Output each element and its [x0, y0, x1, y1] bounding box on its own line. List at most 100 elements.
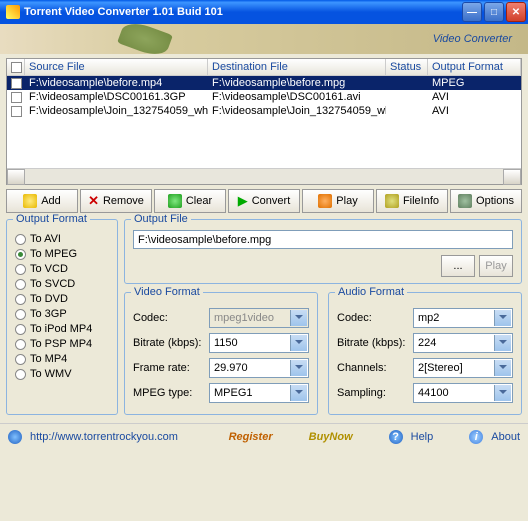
col-source[interactable]: Source File: [25, 59, 208, 75]
clear-button[interactable]: Clear: [154, 189, 226, 213]
refresh-icon: [168, 194, 182, 208]
audio-sampling-select[interactable]: 44100: [413, 383, 513, 403]
register-link[interactable]: Register: [229, 431, 273, 443]
fileinfo-button[interactable]: FileInfo: [376, 189, 448, 213]
radio-icon: [15, 354, 26, 365]
video-mpegtype-select[interactable]: MPEG1: [209, 383, 309, 403]
disc-icon: [318, 194, 332, 208]
format-radio-to-vcd[interactable]: To VCD: [15, 263, 109, 275]
x-icon: ✕: [88, 193, 99, 209]
radio-icon: [15, 309, 26, 320]
footer: http://www.torrentrockyou.com Register B…: [0, 423, 528, 450]
radio-label: To VCD: [30, 263, 68, 275]
radio-icon: [15, 249, 26, 260]
audio-codec-label: Codec:: [337, 312, 409, 324]
format-radio-to-svcd[interactable]: To SVCD: [15, 278, 109, 290]
radio-label: To WMV: [30, 368, 72, 380]
cell-dest: F:\videosample\Join_132754059_whcl_: [208, 105, 386, 117]
video-bitrate-label: Bitrate (kbps):: [133, 337, 205, 349]
audio-format-group: Audio Format Codec:mp2 Bitrate (kbps):22…: [328, 292, 522, 415]
window-title: Torrent Video Converter 1.01 Buid 101: [24, 6, 462, 18]
audio-sampling-label: Sampling:: [337, 387, 409, 399]
radio-icon: [15, 324, 26, 335]
audio-channels-select[interactable]: 2[Stereo]: [413, 358, 513, 378]
row-checkbox[interactable]: [11, 92, 22, 103]
browse-button[interactable]: ...: [441, 255, 475, 277]
video-framerate-select[interactable]: 29.970: [209, 358, 309, 378]
website-link[interactable]: http://www.torrentrockyou.com: [30, 431, 178, 443]
play-file-button[interactable]: Play: [479, 255, 513, 277]
help-icon: ?: [389, 430, 403, 444]
horizontal-scrollbar[interactable]: [7, 168, 521, 184]
radio-icon: [15, 264, 26, 275]
cell-dest: F:\videosample\DSC00161.avi: [208, 91, 386, 103]
format-radio-to-avi[interactable]: To AVI: [15, 233, 109, 245]
gear-icon: [458, 194, 472, 208]
banner-text: Video Converter: [433, 33, 512, 45]
row-checkbox[interactable]: ✓: [11, 78, 22, 89]
format-radio-to-psp-mp4[interactable]: To PSP MP4: [15, 338, 109, 350]
table-row[interactable]: ✓F:\videosample\before.mp4F:\videosample…: [7, 76, 521, 90]
radio-icon: [15, 369, 26, 380]
titlebar: Torrent Video Converter 1.01 Buid 101 — …: [0, 0, 528, 24]
folder-icon: [23, 194, 37, 208]
audio-bitrate-select[interactable]: 224: [413, 333, 513, 353]
radio-label: To PSP MP4: [30, 338, 92, 350]
video-mpegtype-label: MPEG type:: [133, 387, 205, 399]
cell-source: F:\videosample\before.mp4: [25, 77, 208, 89]
globe-icon: [8, 430, 22, 444]
leaf-icon: [117, 18, 173, 60]
radio-label: To DVD: [30, 293, 68, 305]
radio-label: To MPEG: [30, 248, 77, 260]
remove-button[interactable]: ✕Remove: [80, 189, 152, 213]
buynow-link[interactable]: BuyNow: [309, 431, 353, 443]
output-format-group: Output Format To AVITo MPEGTo VCDTo SVCD…: [6, 219, 118, 415]
col-status[interactable]: Status: [386, 59, 428, 75]
cell-format: MPEG: [428, 77, 521, 89]
output-file-legend: Output File: [131, 213, 191, 225]
cell-format: AVI: [428, 105, 521, 117]
video-bitrate-select[interactable]: 1150: [209, 333, 309, 353]
radio-icon: [15, 279, 26, 290]
minimize-button[interactable]: —: [462, 2, 482, 22]
maximize-button[interactable]: □: [484, 2, 504, 22]
radio-icon: [15, 294, 26, 305]
banner: Video Converter: [0, 24, 528, 54]
col-dest[interactable]: Destination File: [208, 59, 386, 75]
play-icon: ▶: [238, 193, 248, 209]
format-radio-to-mp4[interactable]: To MP4: [15, 353, 109, 365]
format-radio-to-wmv[interactable]: To WMV: [15, 368, 109, 380]
row-checkbox[interactable]: [11, 106, 22, 117]
cell-status: [386, 77, 428, 89]
cell-status: [386, 105, 428, 117]
format-radio-to-3gp[interactable]: To 3GP: [15, 308, 109, 320]
convert-button[interactable]: ▶Convert: [228, 189, 300, 213]
col-format[interactable]: Output Format: [428, 59, 521, 75]
table-row[interactable]: F:\videosample\DSC00161.3GPF:\videosampl…: [7, 90, 521, 104]
audio-bitrate-label: Bitrate (kbps):: [337, 337, 409, 349]
video-format-group: Video Format Codec:mpeg1video Bitrate (k…: [124, 292, 318, 415]
output-format-legend: Output Format: [13, 213, 90, 225]
table-row[interactable]: F:\videosample\Join_132754059_whcl_F:\vi…: [7, 104, 521, 118]
options-button[interactable]: Options: [450, 189, 522, 213]
radio-label: To SVCD: [30, 278, 75, 290]
format-radio-to-ipod-mp4[interactable]: To iPod MP4: [15, 323, 109, 335]
format-radio-to-dvd[interactable]: To DVD: [15, 293, 109, 305]
format-radio-to-mpeg[interactable]: To MPEG: [15, 248, 109, 260]
audio-codec-select[interactable]: mp2: [413, 308, 513, 328]
audio-channels-label: Channels:: [337, 362, 409, 374]
video-framerate-label: Frame rate:: [133, 362, 205, 374]
doc-icon: [385, 194, 399, 208]
play-button[interactable]: Play: [302, 189, 374, 213]
about-link[interactable]: About: [491, 431, 520, 443]
cell-source: F:\videosample\Join_132754059_whcl_: [25, 105, 208, 117]
radio-label: To iPod MP4: [30, 323, 92, 335]
file-table: Source File Destination File Status Outp…: [6, 58, 522, 185]
help-link[interactable]: Help: [411, 431, 434, 443]
col-checkbox[interactable]: [7, 59, 25, 75]
video-codec-select[interactable]: mpeg1video: [209, 308, 309, 328]
output-file-input[interactable]: [133, 230, 513, 249]
add-button[interactable]: Add: [6, 189, 78, 213]
close-button[interactable]: ✕: [506, 2, 526, 22]
info-icon: i: [469, 430, 483, 444]
